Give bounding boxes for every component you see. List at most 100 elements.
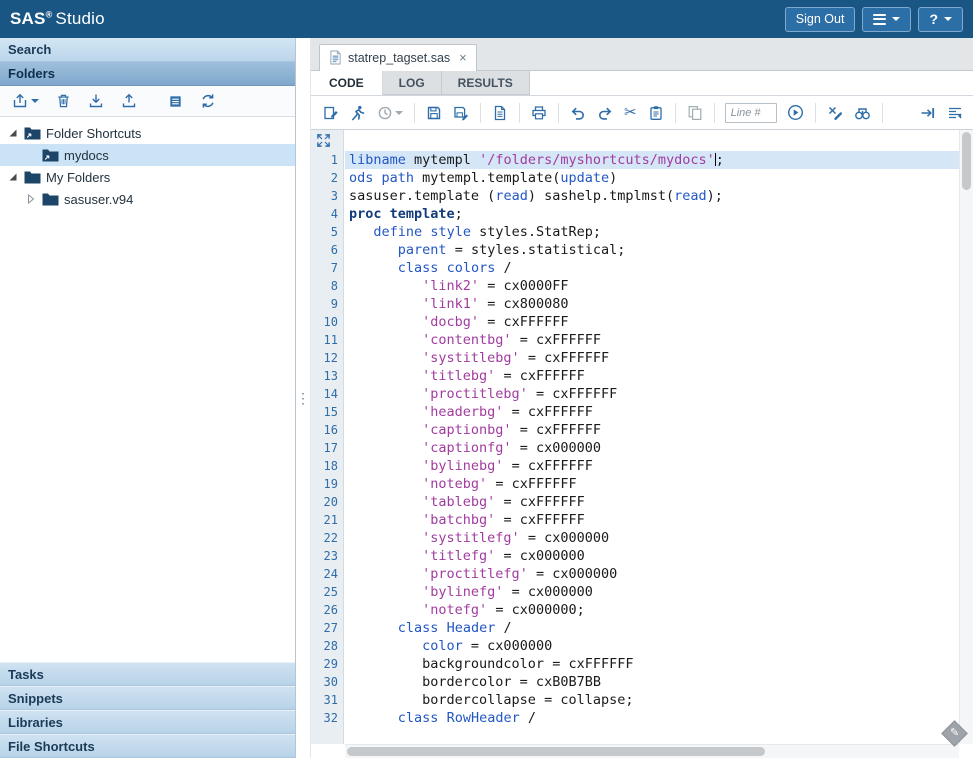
expander-expanded-icon[interactable]	[8, 128, 19, 138]
download-button[interactable]	[86, 91, 106, 111]
indent-button[interactable]	[916, 102, 940, 124]
tree-item-mydocs[interactable]: mydocs	[0, 144, 295, 166]
folder-shortcut-icon	[42, 148, 59, 162]
line-number: 25	[311, 583, 343, 601]
goto-line-input[interactable]	[725, 103, 777, 123]
code-line[interactable]: 'notefg' = cx000000;	[345, 601, 959, 619]
code-line[interactable]: backgroundcolor = cxFFFFFF	[345, 655, 959, 673]
line-number: 10	[311, 313, 343, 331]
refresh-button[interactable]	[198, 91, 218, 111]
tree-item-label: Folder Shortcuts	[46, 126, 141, 141]
line-number: 21	[311, 511, 343, 529]
format-code-button[interactable]	[943, 102, 967, 124]
delete-button[interactable]	[54, 91, 73, 111]
code-line[interactable]: sasuser.template (read) sashelp.tmplmst(…	[345, 187, 959, 205]
save-as-icon	[453, 105, 469, 121]
redo-button[interactable]	[593, 102, 617, 124]
code-line[interactable]: 'headerbg' = cxFFFFFF	[345, 403, 959, 421]
sidebar-splitter[interactable]: ⋮	[296, 38, 311, 758]
sidebar-section-folders[interactable]: Folders	[0, 62, 295, 86]
code-line[interactable]: 'tablebg' = cxFFFFFF	[345, 493, 959, 511]
app-menu-button[interactable]	[862, 7, 911, 32]
sidebar-section-file-shortcuts[interactable]: File Shortcuts	[0, 734, 295, 758]
clear-code-button[interactable]	[823, 102, 847, 124]
sidebar-section-search[interactable]: Search	[0, 38, 295, 62]
undo-button[interactable]	[566, 102, 590, 124]
find-replace-button[interactable]	[850, 102, 875, 124]
document-tab-bar: statrep_tagset.sas ×	[311, 38, 973, 71]
vertical-scrollbar[interactable]	[959, 130, 973, 744]
code-line[interactable]: bordercolor = cxB0B7BB	[345, 673, 959, 691]
code-line[interactable]: class Header /	[345, 619, 959, 637]
code-line[interactable]: class colors /	[345, 259, 959, 277]
code-line[interactable]: libname mytempl '/folders/myshortcuts/my…	[345, 151, 959, 169]
caret-down-icon	[892, 17, 900, 21]
code-line[interactable]: parent = styles.statistical;	[345, 241, 959, 259]
document-tab[interactable]: statrep_tagset.sas ×	[319, 44, 477, 71]
code-line[interactable]: color = cx000000	[345, 637, 959, 655]
tab-results[interactable]: RESULTS	[442, 71, 530, 95]
code-line[interactable]: 'notebg' = cxFFFFFF	[345, 475, 959, 493]
code-line[interactable]: 'titlebg' = cxFFFFFF	[345, 367, 959, 385]
cut-icon: ✂	[624, 105, 637, 120]
sidebar-section-snippets[interactable]: Snippets	[0, 686, 295, 710]
code-line[interactable]: 'bylinebg' = cxFFFFFF	[345, 457, 959, 475]
tab-code[interactable]: CODE	[311, 71, 383, 95]
code-line[interactable]: 'bylinefg' = cx000000	[345, 583, 959, 601]
tree-item-sasuser-v94[interactable]: sasuser.v94	[0, 188, 295, 210]
tree-item-my-folders[interactable]: My Folders	[0, 166, 295, 188]
expander-collapsed-icon[interactable]	[26, 194, 37, 204]
submission-history-button[interactable]	[373, 102, 407, 124]
cut-button[interactable]: ✂	[620, 102, 641, 123]
properties-button[interactable]	[166, 92, 185, 111]
copy-button[interactable]	[683, 102, 707, 124]
sidebar-section-tasks[interactable]: Tasks	[0, 662, 295, 686]
line-number: 18	[311, 457, 343, 475]
tree-item-folder-shortcuts[interactable]: Folder Shortcuts	[0, 122, 295, 144]
help-button[interactable]: ?	[918, 7, 963, 32]
toolbar-separator	[815, 103, 816, 123]
code-line[interactable]: 'titlefg' = cx000000	[345, 547, 959, 565]
new-item-button[interactable]	[10, 91, 41, 111]
code-line[interactable]: 'link1' = cx800080	[345, 295, 959, 313]
code-line[interactable]: ods path mytempl.template(update)	[345, 169, 959, 187]
tab-log[interactable]: LOG	[383, 71, 442, 95]
maximize-editor-icon[interactable]	[316, 133, 331, 153]
code-line[interactable]: define style styles.StatRep;	[345, 223, 959, 241]
horizontal-scrollbar[interactable]	[345, 744, 959, 758]
close-tab-icon[interactable]: ×	[459, 51, 467, 64]
goto-line-button[interactable]	[783, 101, 808, 124]
sidebar-section-libraries[interactable]: Libraries	[0, 710, 295, 734]
save-button[interactable]	[422, 102, 446, 124]
code-line[interactable]: proc template;	[345, 205, 959, 223]
code-line[interactable]: 'link2' = cx0000FF	[345, 277, 959, 295]
expander-expanded-icon[interactable]	[8, 172, 19, 182]
folders-toolbar	[0, 86, 295, 117]
paste-button[interactable]	[644, 102, 668, 124]
print-button[interactable]	[527, 102, 551, 124]
line-number: 13	[311, 367, 343, 385]
toolbar-separator	[414, 103, 415, 123]
sign-out-button[interactable]: Sign Out	[785, 7, 856, 32]
editor-toolbar: ✂	[311, 96, 973, 130]
code-line[interactable]: 'captionbg' = cxFFFFFF	[345, 421, 959, 439]
vertical-scrollbar-thumb[interactable]	[962, 132, 971, 190]
code-line[interactable]: class RowHeader /	[345, 709, 959, 727]
code-editor[interactable]: 1234567891011121314151617181920212223242…	[311, 130, 973, 758]
code-line[interactable]: 'contentbg' = cxFFFFFF	[345, 331, 959, 349]
horizontal-scrollbar-thumb[interactable]	[347, 747, 765, 756]
add-snippet-button[interactable]	[488, 102, 512, 124]
save-as-button[interactable]	[449, 102, 473, 124]
code-line[interactable]: 'systitlebg' = cxFFFFFF	[345, 349, 959, 367]
code-line[interactable]: 'docbg' = cxFFFFFF	[345, 313, 959, 331]
code-line[interactable]: 'proctitlebg' = cxFFFFFF	[345, 385, 959, 403]
code-line[interactable]: 'proctitlefg' = cx000000	[345, 565, 959, 583]
code-line[interactable]: bordercollapse = collapse;	[345, 691, 959, 709]
code-line[interactable]: 'captionfg' = cx000000	[345, 439, 959, 457]
line-number: 20	[311, 493, 343, 511]
code-line[interactable]: 'systitlefg' = cx000000	[345, 529, 959, 547]
edit-program-button[interactable]	[319, 102, 343, 124]
upload-button[interactable]	[119, 91, 139, 111]
run-button[interactable]	[346, 102, 370, 124]
code-line[interactable]: 'batchbg' = cxFFFFFF	[345, 511, 959, 529]
